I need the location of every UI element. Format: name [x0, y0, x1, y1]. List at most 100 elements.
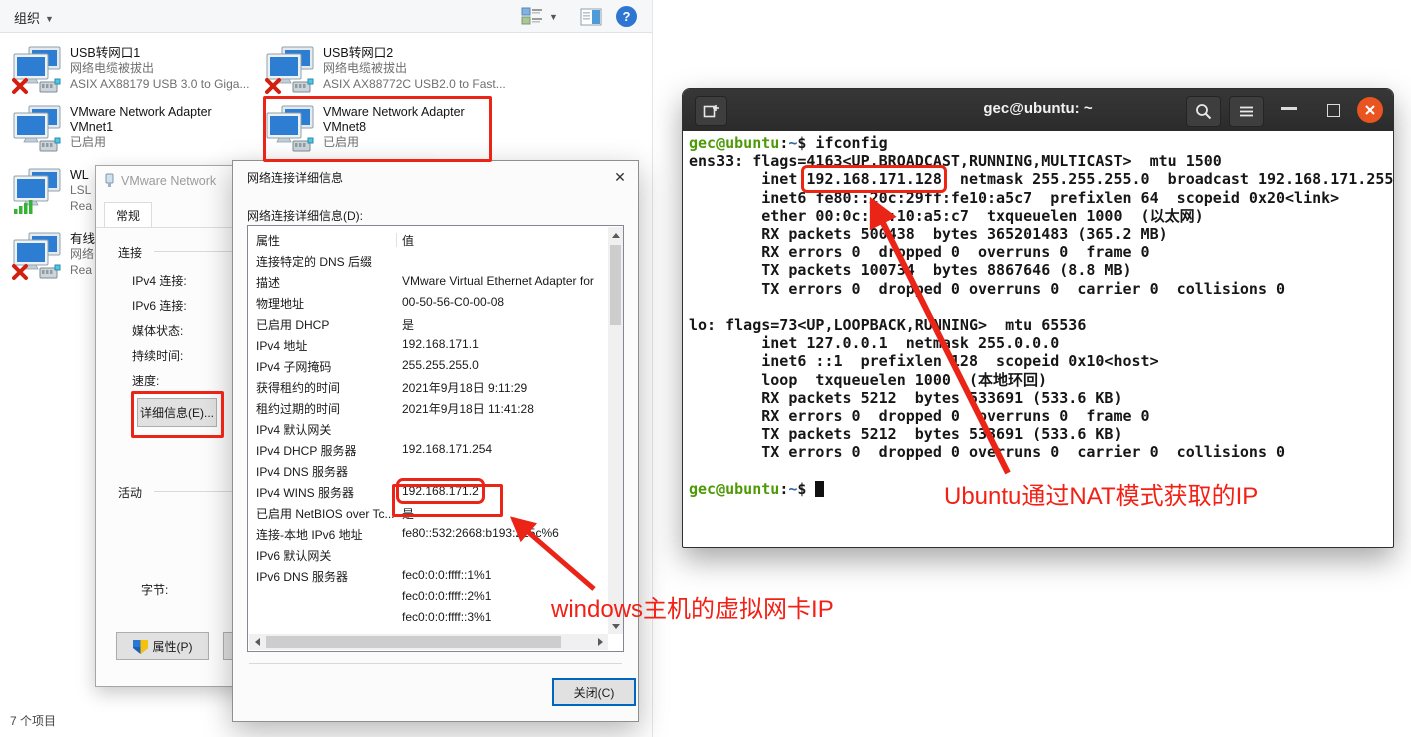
help-icon: ?: [616, 6, 637, 27]
terminal-line: ether 00:0c:29:10:a5:c7 txqueuelen 1000 …: [689, 207, 1392, 225]
details-row[interactable]: IPv4 子网掩码 255.255.255.0: [248, 355, 608, 376]
details-row[interactable]: IPv4 DHCP 服务器192.168.171.254: [248, 439, 608, 460]
property-value: fec0:0:0:ffff::1%1: [402, 568, 491, 582]
connection-section-label: 连接: [118, 244, 142, 261]
help-button[interactable]: ?: [616, 6, 637, 27]
details-list-label: 网络连接详细信息(D):: [247, 207, 363, 224]
tab-general[interactable]: 常规: [104, 202, 152, 228]
triangle-left-icon: [255, 638, 260, 646]
terminal-cursor: [815, 481, 824, 497]
terminal-line: inet 127.0.0.1 netmask 255.0.0.0: [689, 334, 1392, 352]
details-row[interactable]: 连接特定的 DNS 后缀: [248, 250, 608, 271]
search-button[interactable]: [1186, 96, 1221, 127]
adapter-name: USB转网口1: [70, 46, 254, 61]
scroll-right-button[interactable]: [592, 634, 608, 650]
adapter-name: VMware Network Adapter VMnet1: [70, 105, 254, 135]
adapter-status: 网络电缆被拔出: [323, 61, 507, 77]
minimize-icon[interactable]: [1281, 107, 1297, 110]
property-name: 连接特定的 DNS 后缀: [256, 253, 372, 270]
terminal-titlebar[interactable]: gec@ubuntu: ~: [683, 89, 1393, 131]
terminal-line: loop txqueuelen 1000 (本地环回): [689, 371, 1392, 389]
close-button[interactable]: [1357, 97, 1383, 123]
details-row[interactable]: 连接-本地 IPv6 地址 fe80::532:2668:b193:215c%6: [248, 523, 608, 544]
network-adapter-icon: [12, 232, 64, 282]
property-name: 租约过期的时间: [256, 400, 340, 417]
close-icon[interactable]: ✕: [608, 166, 632, 188]
column-property: 属性: [256, 232, 280, 249]
property-value: fec0:0:0:ffff::2%1: [402, 589, 491, 603]
property-name: 已启用 DHCP: [256, 316, 329, 333]
details-row[interactable]: 租约过期的时间2021年9月18日 11:41:28: [248, 397, 608, 418]
preview-pane-button[interactable]: [580, 6, 602, 27]
adapter-name: USB转网口2: [323, 46, 507, 61]
details-row[interactable]: IPv6 DNS 服务器 fec0:0:0:ffff::1%1: [248, 565, 608, 586]
details-row[interactable]: IPv4 DNS 服务器: [248, 460, 608, 481]
property-name: 获得租约的时间: [256, 379, 340, 396]
property-value: 192.168.171.1: [402, 337, 479, 351]
highlighted-inet-ip: 192.168.171.128: [806, 170, 941, 188]
search-icon: [1195, 103, 1212, 120]
property-name: IPv4 子网掩码: [256, 358, 331, 375]
maximize-icon[interactable]: [1327, 104, 1340, 117]
hamburger-icon: [1239, 105, 1254, 118]
terminal-line: TX packets 100734 bytes 8867646 (8.8 MB): [689, 261, 1392, 279]
terminal-line: TX packets 5212 bytes 533691 (533.6 KB): [689, 425, 1392, 443]
bytes-label: 字节:: [141, 581, 168, 598]
organize-menu-button[interactable]: 组织 ▼: [14, 8, 54, 27]
details-header-row: 属性 值: [248, 229, 608, 250]
scroll-left-button[interactable]: [249, 634, 265, 650]
properties-button[interactable]: 属性(P): [116, 632, 209, 660]
property-value: fec0:0:0:ffff::3%1: [402, 610, 491, 624]
property-name: IPv6 DNS 服务器: [256, 568, 348, 585]
dialog-title: 网络连接详细信息: [247, 169, 343, 186]
network-adapter-icon: [265, 46, 317, 96]
property-value: 255.255.255.0: [402, 358, 479, 372]
property-value: fe80::532:2668:b193:215c%6: [402, 526, 559, 540]
activity-section-label: 活动: [118, 484, 142, 501]
property-value: 192.168.171.254: [402, 442, 492, 456]
highlight-box-wins-ip: [392, 484, 503, 517]
terminal-line: inet6 fe80::20c:29ff:fe10:a5c7 prefixlen…: [689, 189, 1392, 207]
view-options-button[interactable]: ▼: [521, 6, 558, 27]
ipv6-connectivity-label: IPv6 连接:: [132, 297, 187, 314]
close-button[interactable]: 关闭(C): [552, 678, 636, 706]
property-name: IPv4 WINS 服务器: [256, 484, 354, 501]
terminal-line: [689, 298, 1392, 316]
terminal-line: inet 192.168.171.128 netmask 255.255.255…: [689, 170, 1392, 188]
scrollbar-thumb[interactable]: [266, 636, 561, 648]
scrollbar-thumb[interactable]: [610, 245, 621, 325]
details-row[interactable]: 已启用 DHCP 是: [248, 313, 608, 334]
details-row[interactable]: 描述VMware Virtual Ethernet Adapter for: [248, 271, 608, 292]
vertical-scrollbar[interactable]: [608, 227, 623, 634]
organize-label: 组织: [14, 11, 40, 26]
adapter-status: 网络电缆被拔出: [70, 61, 254, 77]
screenshot-stage: 组织 ▼ ▼: [0, 0, 1411, 737]
details-row[interactable]: IPv6 默认网关: [248, 544, 608, 565]
adapter-item[interactable]: USB转网口1网络电缆被拔出ASIX AX88179 USB 3.0 to Gi…: [12, 45, 256, 103]
media-state-label: 媒体状态:: [132, 322, 183, 339]
scroll-up-button[interactable]: [608, 227, 623, 243]
terminal-line: RX packets 5212 bytes 533691 (533.6 KB): [689, 389, 1392, 407]
adapter-item[interactable]: USB转网口2网络电缆被拔出ASIX AX88772C USB2.0 to Fa…: [265, 45, 509, 103]
chevron-down-icon: ▼: [45, 14, 54, 24]
annotation-windows-ip: windows主机的虚拟网卡IP: [551, 589, 834, 624]
divider: [249, 663, 622, 664]
details-list: 属性 值 连接特定的 DNS 后缀描述VMware Virtual Ethern…: [247, 225, 624, 652]
network-adapter-icon: [12, 46, 64, 96]
horizontal-scrollbar[interactable]: [249, 634, 608, 650]
details-row[interactable]: IPv4 默认网关: [248, 418, 608, 439]
adapter-item[interactable]: VMware Network Adapter VMnet1已启用: [12, 104, 256, 162]
details-row[interactable]: 物理地址00-50-56-C0-00-08: [248, 292, 608, 313]
terminal-line: RX packets 500438 bytes 365201483 (365.2…: [689, 225, 1392, 243]
view-list-icon: [521, 7, 543, 26]
terminal-line: ens33: flags=4163<UP,BROADCAST,RUNNING,M…: [689, 152, 1392, 170]
property-name: 连接-本地 IPv6 地址: [256, 526, 363, 543]
details-row[interactable]: IPv4 地址192.168.171.1: [248, 334, 608, 355]
connection-details-dialog: 网络连接详细信息 ✕ 网络连接详细信息(D): 属性 值 连接特定的 DNS 后…: [232, 160, 639, 722]
menu-button[interactable]: [1229, 96, 1264, 127]
details-row[interactable]: 获得租约的时间2021年9月18日 9:11:29: [248, 376, 608, 397]
terminal-line: RX errors 0 dropped 0 overruns 0 frame 0: [689, 243, 1392, 261]
vmware-dialog-title: VMware Network: [104, 173, 216, 188]
adapter-device: ASIX AX88772C USB2.0 to Fast...: [323, 77, 507, 93]
property-value: 是: [402, 316, 414, 333]
